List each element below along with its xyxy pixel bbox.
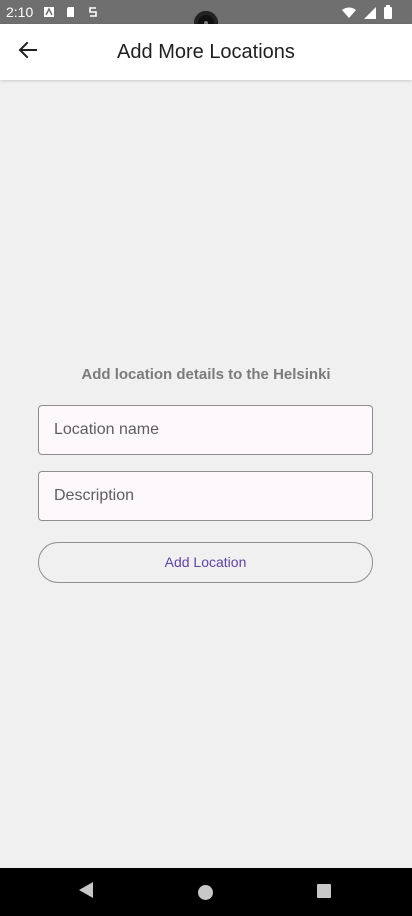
add-location-button[interactable]: Add Location xyxy=(38,542,373,583)
navigation-bar xyxy=(0,868,412,916)
battery-icon xyxy=(384,5,392,24)
location-name-input[interactable] xyxy=(39,406,372,454)
nav-back-icon[interactable] xyxy=(79,882,93,903)
a-icon xyxy=(43,6,55,18)
app-bar: Add More Locations xyxy=(0,24,412,80)
form-prompt: Add location details to the Helsinki xyxy=(81,366,331,383)
s-icon xyxy=(87,6,99,18)
arrow-left-icon xyxy=(18,40,38,65)
status-icons-left xyxy=(43,6,99,18)
nav-home-icon[interactable] xyxy=(198,885,213,900)
description-field[interactable] xyxy=(38,471,373,521)
status-icons-right xyxy=(342,5,392,24)
description-input[interactable] xyxy=(39,472,372,520)
page-title: Add More Locations xyxy=(117,40,295,63)
wifi-icon xyxy=(342,6,356,24)
status-time: 2:10 xyxy=(6,4,34,20)
location-name-field[interactable] xyxy=(38,405,373,455)
sd-card-icon xyxy=(65,6,77,18)
nav-recents-icon[interactable] xyxy=(317,884,331,898)
main-content: Add location details to the Helsinki Add… xyxy=(0,80,412,868)
signal-icon xyxy=(364,6,376,24)
back-button[interactable] xyxy=(16,40,40,64)
